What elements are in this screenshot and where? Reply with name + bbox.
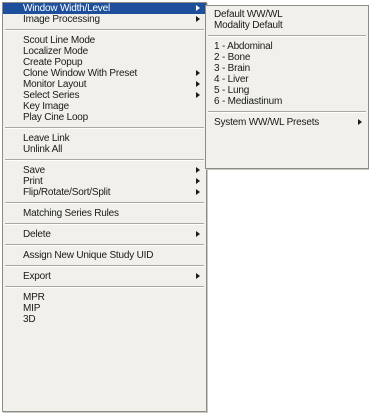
menu-item-label: Export bbox=[23, 271, 51, 282]
menu-item-label: 3D bbox=[23, 314, 36, 325]
menu-item-export[interactable]: Export bbox=[3, 271, 206, 282]
menu-item-create-popup[interactable]: Create Popup bbox=[3, 57, 206, 68]
menu-item-label: Monitor Layout bbox=[23, 79, 87, 90]
menu-item-matching-series-rules[interactable]: Matching Series Rules bbox=[3, 208, 206, 219]
menu-separator bbox=[5, 223, 204, 225]
menu-item-label: System WW/WL Presets bbox=[214, 117, 320, 128]
menu-item-label: 2 - Bone bbox=[214, 52, 251, 63]
menu-item-label: Key Image bbox=[23, 101, 70, 112]
menu-item-mpr[interactable]: MPR bbox=[3, 292, 206, 303]
menu-item-label: Image Processing bbox=[23, 14, 100, 25]
menu-item-play-cine-loop[interactable]: Play Cine Loop bbox=[3, 112, 206, 123]
menu-item-label: Select Series bbox=[23, 90, 80, 101]
menu-item-scout-line-mode[interactable]: Scout Line Mode bbox=[3, 35, 206, 46]
menu-separator bbox=[5, 29, 204, 31]
menu-separator bbox=[5, 159, 204, 161]
context-menu: Window Width/Level Image Processing Scou… bbox=[2, 2, 207, 412]
submenu-item-preset-abdominal[interactable]: 1 - Abdominal bbox=[206, 41, 368, 52]
menu-item-monitor-layout[interactable]: Monitor Layout bbox=[3, 79, 206, 90]
menu-item-window-width-level[interactable]: Window Width/Level bbox=[3, 3, 206, 14]
submenu-arrow-icon bbox=[196, 5, 200, 11]
submenu-arrow-icon bbox=[196, 167, 200, 173]
menu-item-label: 4 - Liver bbox=[214, 74, 249, 85]
submenu-item-default-ww-wl[interactable]: Default WW/WL bbox=[206, 9, 368, 20]
menu-item-delete[interactable]: Delete bbox=[3, 229, 206, 240]
menu-item-label: Modality Default bbox=[214, 20, 283, 31]
submenu-arrow-icon bbox=[196, 189, 200, 195]
menu-item-label: Delete bbox=[23, 229, 51, 240]
menu-item-assign-new-unique-study-uid[interactable]: Assign New Unique Study UID bbox=[3, 250, 206, 261]
menu-item-label: Create Popup bbox=[23, 57, 83, 68]
menu-item-label: Scout Line Mode bbox=[23, 35, 96, 46]
menu-item-label: Localizer Mode bbox=[23, 46, 89, 57]
window-width-level-submenu: Default WW/WL Modality Default 1 - Abdom… bbox=[205, 5, 369, 169]
submenu-arrow-icon bbox=[196, 16, 200, 22]
menu-item-label: MIP bbox=[23, 303, 41, 314]
menu-item-label: Window Width/Level bbox=[23, 3, 110, 14]
menu-separator bbox=[208, 111, 366, 113]
menu-item-label: Leave Link bbox=[23, 133, 70, 144]
menu-item-save[interactable]: Save bbox=[3, 165, 206, 176]
submenu-arrow-icon bbox=[196, 70, 200, 76]
menu-item-label: Default WW/WL bbox=[214, 9, 283, 20]
menu-item-clone-window-with-preset[interactable]: Clone Window With Preset bbox=[3, 68, 206, 79]
submenu-arrow-icon bbox=[196, 92, 200, 98]
menu-item-image-processing[interactable]: Image Processing bbox=[3, 14, 206, 25]
menu-item-3d[interactable]: 3D bbox=[3, 314, 206, 325]
menu-item-label: Assign New Unique Study UID bbox=[23, 250, 154, 261]
menu-item-leave-link[interactable]: Leave Link bbox=[3, 133, 206, 144]
submenu-item-preset-mediastinum[interactable]: 6 - Mediastinum bbox=[206, 96, 368, 107]
menu-item-flip-rotate-sort-split[interactable]: Flip/Rotate/Sort/Split bbox=[3, 187, 206, 198]
menu-item-label: 1 - Abdominal bbox=[214, 41, 273, 52]
menu-item-label: Save bbox=[23, 165, 45, 176]
menu-separator bbox=[5, 202, 204, 204]
menu-item-label: Flip/Rotate/Sort/Split bbox=[23, 187, 111, 198]
menu-item-mip[interactable]: MIP bbox=[3, 303, 206, 314]
menu-item-unlink-all[interactable]: Unlink All bbox=[3, 144, 206, 155]
menu-item-label: Clone Window With Preset bbox=[23, 68, 138, 79]
submenu-item-modality-default[interactable]: Modality Default bbox=[206, 20, 368, 31]
menu-item-localizer-mode[interactable]: Localizer Mode bbox=[3, 46, 206, 57]
menu-item-print[interactable]: Print bbox=[3, 176, 206, 187]
submenu-arrow-icon bbox=[196, 231, 200, 237]
submenu-item-preset-liver[interactable]: 4 - Liver bbox=[206, 74, 368, 85]
submenu-arrow-icon bbox=[358, 119, 362, 125]
menu-item-label: 5 - Lung bbox=[214, 85, 250, 96]
menu-item-label: 3 - Brain bbox=[214, 63, 250, 74]
menu-item-label: 6 - Mediastinum bbox=[214, 96, 283, 107]
menu-separator bbox=[5, 127, 204, 129]
menu-item-label: MPR bbox=[23, 292, 45, 303]
menu-item-select-series[interactable]: Select Series bbox=[3, 90, 206, 101]
menu-separator bbox=[5, 286, 204, 288]
submenu-item-system-ww-wl-presets[interactable]: System WW/WL Presets bbox=[206, 117, 368, 128]
menu-item-label: Print bbox=[23, 176, 43, 187]
menu-separator bbox=[5, 244, 204, 246]
menu-item-label: Unlink All bbox=[23, 144, 63, 155]
submenu-arrow-icon bbox=[196, 81, 200, 87]
menu-item-label: Matching Series Rules bbox=[23, 208, 119, 219]
submenu-item-preset-bone[interactable]: 2 - Bone bbox=[206, 52, 368, 63]
menu-item-label: Play Cine Loop bbox=[23, 112, 89, 123]
menu-item-key-image[interactable]: Key Image bbox=[3, 101, 206, 112]
menu-separator bbox=[208, 35, 366, 37]
submenu-item-preset-brain[interactable]: 3 - Brain bbox=[206, 63, 368, 74]
menu-separator bbox=[5, 265, 204, 267]
submenu-item-preset-lung[interactable]: 5 - Lung bbox=[206, 85, 368, 96]
submenu-arrow-icon bbox=[196, 178, 200, 184]
submenu-arrow-icon bbox=[196, 273, 200, 279]
